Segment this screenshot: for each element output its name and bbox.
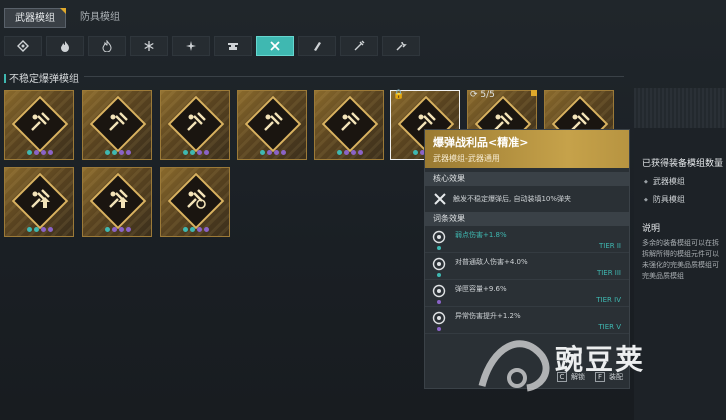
category-ammo[interactable] <box>298 36 336 56</box>
module-card[interactable] <box>82 90 152 160</box>
description-line: 拆解所得的模组元件可以 <box>642 250 719 258</box>
affix-quality-dot <box>437 273 441 277</box>
quality-dots <box>183 227 209 232</box>
affix-quality-dot <box>437 327 441 331</box>
owned-armor-modules: 防具模组 <box>634 187 726 205</box>
quality-dots <box>105 227 131 232</box>
flame-icon <box>61 41 69 52</box>
module-card[interactable] <box>82 167 152 237</box>
app-root: 武器模组 防具模组 不稳定爆弹模组 🔒 ⟳ 5/5 爆弹战利品<精准> 武器模组… <box>0 0 726 420</box>
category-frost[interactable] <box>130 36 168 56</box>
category-all[interactable] <box>4 36 42 56</box>
category-blaze[interactable] <box>88 36 126 56</box>
module-card[interactable] <box>314 90 384 160</box>
owned-count-title: 已获得装备模组数量 <box>642 159 724 169</box>
category-unstable-bomb[interactable] <box>256 36 294 56</box>
tooltip-header: 爆弹战利品<精准> 武器模组-武器通用 <box>425 130 629 168</box>
watermark-text: 豌豆荚 <box>555 343 646 376</box>
quality-dots <box>337 150 363 155</box>
core-effect-text: 触发不稳定爆弹后, 自动装填10%弹夹 <box>453 195 572 203</box>
flame-outline-icon <box>102 40 112 52</box>
lock-icon: 🔒 <box>393 90 405 100</box>
affix-text: 对普通敌人伤害+4.0% <box>455 258 528 266</box>
snowflake-icon <box>144 41 154 51</box>
affix-quality-dot <box>437 246 441 250</box>
crossed-tools-icon <box>434 193 446 205</box>
description-line: 多余的装备模组可以在拆 <box>642 239 719 247</box>
quality-dots <box>27 227 53 232</box>
tab-armor-modules[interactable]: 防具模组 <box>70 8 130 28</box>
category-smith[interactable] <box>214 36 252 56</box>
explosion-arrow-icon <box>31 189 50 208</box>
category-shock[interactable] <box>172 36 210 56</box>
module-type-tabs: 武器模组 防具模组 <box>4 8 130 28</box>
burst-icon <box>186 41 196 51</box>
quality-dots <box>105 150 131 155</box>
section-divider <box>84 76 624 77</box>
explosion-icon <box>264 112 283 131</box>
affix-heading: 词条效果 <box>425 212 629 226</box>
category-filter-bar <box>4 36 420 56</box>
affix-icon <box>432 257 446 271</box>
quality-dots <box>183 150 209 155</box>
category-burn[interactable] <box>46 36 84 56</box>
affix-icon <box>432 230 446 244</box>
diamond-icon <box>17 40 29 52</box>
module-card[interactable] <box>160 167 230 237</box>
category-spark[interactable] <box>340 36 378 56</box>
owned-weapon-modules: 武器模组 <box>634 169 726 187</box>
panel-banner <box>634 88 726 128</box>
core-effect: 触发不稳定爆弹后, 自动装填10%弹夹 <box>425 186 629 212</box>
quality-dots <box>260 150 286 155</box>
anvil-icon <box>228 43 238 50</box>
explosion-arrow-icon <box>109 189 128 208</box>
explosion-icon <box>187 112 206 131</box>
section-title: 不稳定爆弹模组 <box>4 70 79 85</box>
affix-tier: TIER IV <box>596 296 621 304</box>
affix-icon <box>432 311 446 325</box>
module-card[interactable] <box>4 90 74 160</box>
tooltip-title: 爆弹战利品<精准> <box>433 136 529 149</box>
explosion-icon <box>31 112 50 131</box>
wrench-icon <box>396 41 407 51</box>
affix-text: 弱点伤害+1.8% <box>455 231 507 239</box>
category-tools[interactable] <box>382 36 420 56</box>
affix-tier: TIER III <box>596 269 621 277</box>
description-line: 未强化的完美品质模组可 <box>642 261 719 269</box>
quality-dots <box>27 150 53 155</box>
new-marker <box>531 90 537 96</box>
core-effect-heading: 核心效果 <box>425 172 629 186</box>
explosion-icon <box>341 112 360 131</box>
spark-icon <box>354 40 365 51</box>
description-heading: 说明 <box>642 224 661 234</box>
affix-row: 弱点伤害+1.8% TIER II <box>425 226 629 253</box>
stack-count: ⟳ 5/5 <box>470 90 495 100</box>
affix-row: 弹匣容量+9.6% TIER IV <box>425 280 629 307</box>
module-card[interactable] <box>237 90 307 160</box>
tab-weapon-modules[interactable]: 武器模组 <box>4 8 66 28</box>
description-line: 完美品质模组 <box>642 272 684 280</box>
module-card[interactable] <box>160 90 230 160</box>
explosion-spiral-icon <box>187 189 206 209</box>
affix-row: 对普通敌人伤害+4.0% TIER III <box>425 253 629 280</box>
affix-icon <box>432 284 446 298</box>
crossed-tools-icon <box>270 41 280 51</box>
tooltip-subtitle: 武器模组-武器通用 <box>433 154 500 163</box>
explosion-icon <box>109 112 128 131</box>
bullets-icon <box>314 42 321 51</box>
module-card[interactable] <box>4 167 74 237</box>
affix-quality-dot <box>437 300 441 304</box>
affix-text: 弹匣容量+9.6% <box>455 285 507 293</box>
affix-tier: TIER II <box>599 242 621 250</box>
